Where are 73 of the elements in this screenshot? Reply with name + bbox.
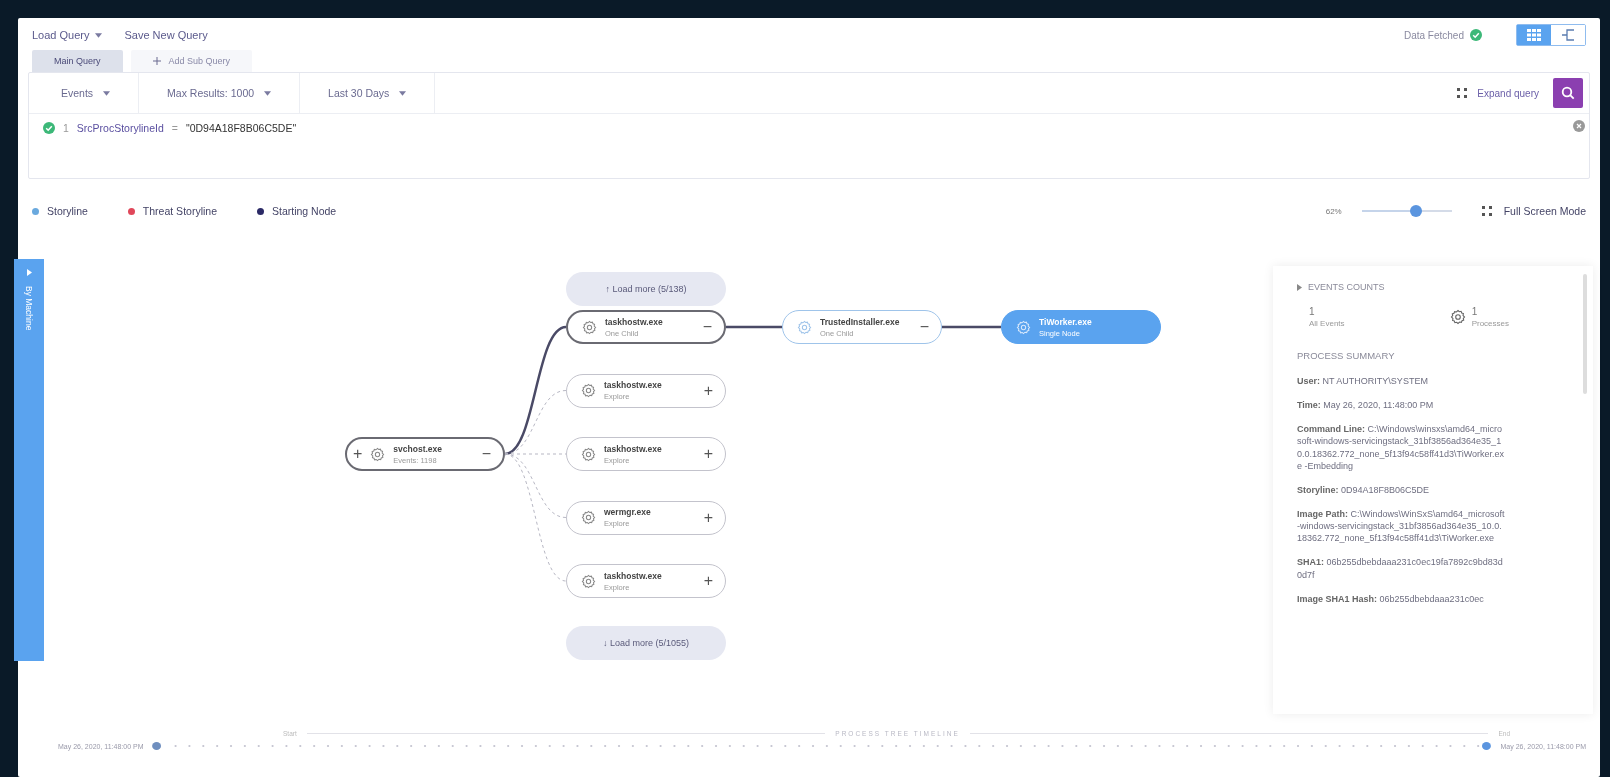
- expand-icon: [1457, 88, 1468, 98]
- summary-field: SHA1: 06b255dbebdaaa231c0ec19fa7892c9bd83d0d7f: [1297, 556, 1505, 581]
- gear-icon: [1449, 309, 1466, 325]
- summary-field: Storyline: 0D94A18F8B06C5DE: [1297, 483, 1505, 496]
- caret-icon: [103, 90, 111, 96]
- summary-field: Command Line: C:\Windows\winsxs\amd64_microsoft-windows-servicingstack_31bf3856ad364e35_10.0.18362.772_none_5f13f94c58ff41d3\TiWorker.exe -Embedding: [1297, 423, 1505, 472]
- search-icon: [1561, 86, 1575, 100]
- process-name: TiWorker.exe: [1039, 316, 1093, 327]
- query-operator: =: [171, 122, 178, 134]
- check-icon: [1470, 29, 1482, 41]
- summary-field: Image Path: C:\Windows\WinSxS\amd64_microsoft-windows-servicingstack_31bf3856ad364e35_10.0.18362.772_none_5f13f94c58ff41d3\TiWorker.exe: [1297, 508, 1505, 545]
- status-text: Data Fetched: [1403, 29, 1464, 41]
- grid-view-button[interactable]: [1517, 25, 1551, 45]
- process-name: taskhostw.exe: [604, 380, 663, 390]
- legend-label: Starting Node: [272, 205, 337, 217]
- process-name: taskhostw.exe: [604, 570, 663, 581]
- process-name: TrustedInstaller.exe: [820, 316, 901, 327]
- query-menu-link[interactable]: Save New Query: [124, 29, 208, 41]
- gear-icon: [1016, 319, 1031, 335]
- count-value: 1: [1471, 306, 1479, 317]
- expand-toggle[interactable]: −: [479, 446, 493, 462]
- clear-icon[interactable]: [1573, 120, 1585, 132]
- expand-icon: [1481, 206, 1492, 216]
- gear-icon: [582, 319, 597, 335]
- section-title[interactable]: EVENTS COUNTS: [1308, 282, 1385, 292]
- load-more-button[interactable]: ↑ Load more (5/138): [566, 272, 726, 306]
- legend-label: Storyline: [47, 205, 88, 217]
- filter-dropdown[interactable]: Last 30 Days: [300, 73, 436, 113]
- query-menu-link[interactable]: Load Query: [32, 29, 103, 41]
- count-label: All Events: [1309, 319, 1345, 328]
- triangle-icon: [26, 269, 32, 276]
- expand-toggle[interactable]: +: [701, 573, 715, 589]
- query-tab[interactable]: Main Query: [32, 50, 123, 72]
- gear-icon: [581, 446, 596, 462]
- section-title: PROCESS SUMMARY: [1297, 350, 1396, 361]
- expand-toggle[interactable]: +: [701, 382, 715, 399]
- gear-icon: [797, 319, 812, 335]
- expand-toggle[interactable]: −: [917, 319, 931, 335]
- query-value: "0D94A18F8B06C5DE": [185, 122, 297, 134]
- caret-icon: [264, 90, 272, 96]
- expand-toggle[interactable]: +: [701, 446, 715, 462]
- tree-icon: [1561, 29, 1575, 41]
- search-button[interactable]: [1553, 78, 1583, 108]
- expand-query-link[interactable]: Expand query: [1477, 87, 1539, 99]
- process-name: wermgr.exe: [604, 507, 652, 517]
- gear-icon: [581, 383, 596, 398]
- plus-icon: [152, 57, 161, 65]
- load-more-button[interactable]: ↓ Load more (5/1055): [566, 626, 726, 660]
- triangle-icon: [1297, 283, 1302, 291]
- expand-parent-button[interactable]: +: [353, 446, 363, 462]
- summary-field: User: NT AUTHORITY\SYSTEM: [1297, 375, 1505, 388]
- grid-icon: [1527, 29, 1541, 41]
- query-field: SrcProcStorylineId: [76, 122, 164, 134]
- process-name: svchost.exe: [393, 443, 443, 454]
- caret-icon: [399, 90, 407, 96]
- process-name: taskhostw.exe: [604, 443, 663, 454]
- expand-toggle[interactable]: −: [700, 319, 714, 335]
- expand-toggle[interactable]: +: [701, 509, 715, 526]
- filter-dropdown[interactable]: Events: [29, 73, 140, 113]
- caret-icon: [95, 32, 103, 38]
- zoom-reading: 62%: [1325, 206, 1342, 216]
- gear-icon: [581, 573, 596, 589]
- gear-icon: [370, 446, 386, 462]
- full-screen-link[interactable]: Full Screen Mode: [1503, 205, 1586, 217]
- summary-field: Image SHA1 Hash: 06b255dbebdaaa231c0ec: [1297, 592, 1505, 605]
- process-name: taskhostw.exe: [605, 316, 664, 327]
- gear-icon: [581, 510, 596, 525]
- filter-dropdown[interactable]: Max Results: 1000: [139, 73, 301, 113]
- count-label: Processes: [1471, 319, 1509, 328]
- count-value: 1: [1309, 306, 1316, 317]
- legend-label: Threat Storyline: [142, 205, 217, 217]
- line-number: 1: [63, 122, 69, 134]
- summary-field: Time: May 26, 2020, 11:48:00 PM: [1297, 399, 1505, 412]
